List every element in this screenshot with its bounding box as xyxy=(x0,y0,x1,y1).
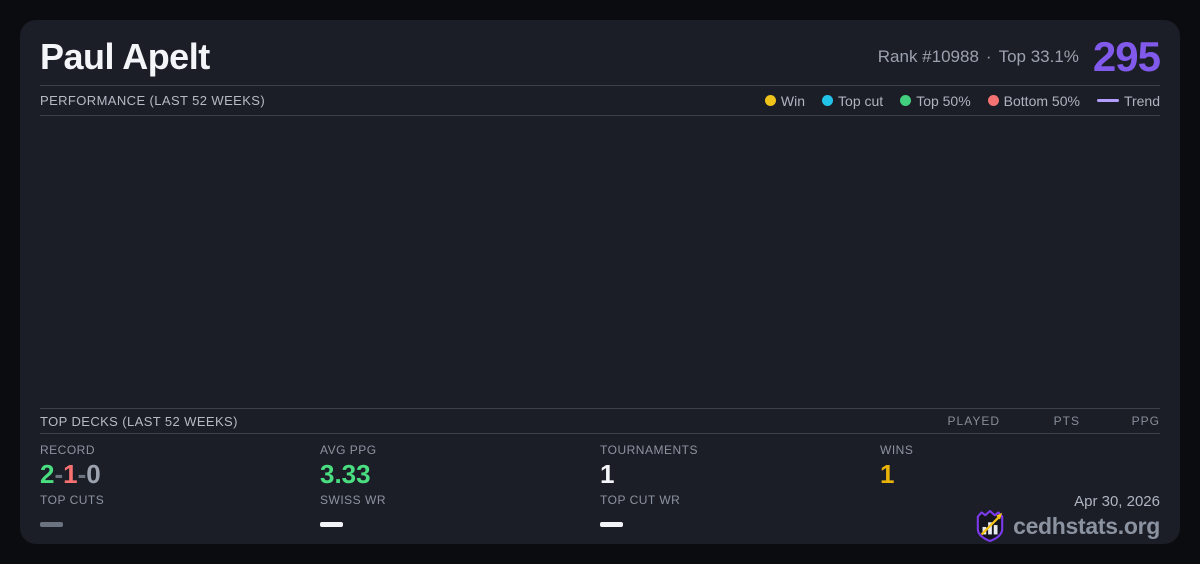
column-header-played: PLAYED xyxy=(947,414,1000,428)
report-date: Apr 30, 2026 xyxy=(1074,493,1160,510)
top-decks-section-title: TOP DECKS (LAST 52 WEEKS) xyxy=(40,413,238,429)
player-stats-card: Paul Apelt Rank #10988 · Top 33.1% 295 PER… xyxy=(20,20,1180,544)
stat-record-value: 2-1-0 xyxy=(40,460,320,489)
stat-record: RECORD 2-1-0 xyxy=(40,443,320,493)
legend-dot-icon xyxy=(987,95,999,106)
stat-wins-label: WINS xyxy=(880,443,914,457)
separator-dot: · xyxy=(985,46,992,66)
brand-name: cedhstats.org xyxy=(1013,512,1160,539)
legend-dot-icon xyxy=(764,95,776,106)
stat-wins-value: 1 xyxy=(880,459,895,489)
legend-item-top-cut: Top cut xyxy=(822,93,883,109)
stat-top-cut-wr-dash xyxy=(600,522,623,527)
rank-text: Rank #10988 xyxy=(877,46,979,66)
stat-avg-ppg-value: 3.33 xyxy=(320,459,371,489)
stat-top-cut-wr-label: TOP CUT WR xyxy=(600,493,681,507)
performance-header-row: PERFORMANCE (LAST 52 WEEKS) Win Top cut To… xyxy=(40,86,1160,116)
stat-swiss-wr-dash xyxy=(320,522,343,527)
stats-grid: RECORD 2-1-0 AVG PPG 3.33 TOURNAMENTS 1 … xyxy=(40,434,1160,544)
legend-item-top-50-: Top 50% xyxy=(900,92,971,109)
stat-swiss-wr: SWISS WR xyxy=(320,493,600,544)
column-header-ppg: PPG xyxy=(1131,414,1160,428)
rank-line: Rank #10988 · Top 33.1% xyxy=(878,47,1079,67)
stat-top-cut-wr: TOP CUT WR xyxy=(600,493,880,544)
record-part: - xyxy=(54,459,64,489)
legend-item-trend: Trend xyxy=(1096,92,1160,109)
legend-label: Win xyxy=(780,92,806,109)
performance-section-title: PERFORMANCE (LAST 52 WEEKS) xyxy=(40,93,266,108)
stat-record-label: RECORD xyxy=(40,443,96,457)
stat-avg-ppg-label: AVG PPG xyxy=(320,443,377,457)
card-header: Paul Apelt Rank #10988 · Top 33.1% 295 xyxy=(40,20,1161,86)
top-decks-column-headers: PLAYED PTS PPG xyxy=(920,414,1160,428)
stat-top-cuts-dash xyxy=(40,522,63,527)
record-part: 1 xyxy=(63,459,78,489)
record-part: 0 xyxy=(86,459,101,489)
legend-item-win: Win xyxy=(764,92,806,109)
brand-row: cedhstats.org xyxy=(975,510,1160,542)
stat-tournaments-label: TOURNAMENTS xyxy=(600,443,698,457)
stat-tournaments: TOURNAMENTS 1 xyxy=(600,443,880,493)
legend-item-bottom-50-: Bottom 50% xyxy=(987,92,1080,109)
column-header-pts: PTS xyxy=(1053,414,1080,428)
legend-dot-icon xyxy=(822,95,834,106)
stat-top-cuts: TOP CUTS xyxy=(40,493,320,544)
record-part: - xyxy=(77,459,87,489)
player-name: Paul Apelt xyxy=(40,35,210,77)
percentile-text: Top 33.1% xyxy=(998,46,1079,66)
stat-avg-ppg: AVG PPG 3.33 xyxy=(320,443,600,493)
footer-block: Apr 30, 2026 cedhstats.org xyxy=(880,493,1160,544)
stat-top-cuts-label: TOP CUTS xyxy=(40,493,105,507)
legend-label: Bottom 50% xyxy=(1003,92,1080,109)
stat-wins: WINS 1 xyxy=(880,443,1160,493)
chart-legend: Win Top cut Top 50% Bottom 50% Trend xyxy=(764,92,1160,109)
cedhstats-logo-icon xyxy=(976,510,1004,542)
trend-line-swatch xyxy=(1096,99,1119,102)
record-part: 2 xyxy=(40,459,55,489)
legend-label: Top cut xyxy=(838,92,884,109)
top-decks-header-row: TOP DECKS (LAST 52 WEEKS) PLAYED PTS PPG xyxy=(40,409,1160,434)
legend-dot-icon xyxy=(900,95,912,106)
legend-label: Top 50% xyxy=(916,92,971,109)
legend-label: Trend xyxy=(1123,92,1160,109)
performance-chart-area xyxy=(40,116,1160,409)
rank-score-block: Rank #10988 · Top 33.1% 295 xyxy=(878,32,1161,80)
stat-swiss-wr-label: SWISS WR xyxy=(320,493,386,507)
stat-tournaments-value: 1 xyxy=(600,459,615,489)
player-score: 295 xyxy=(1092,32,1161,80)
